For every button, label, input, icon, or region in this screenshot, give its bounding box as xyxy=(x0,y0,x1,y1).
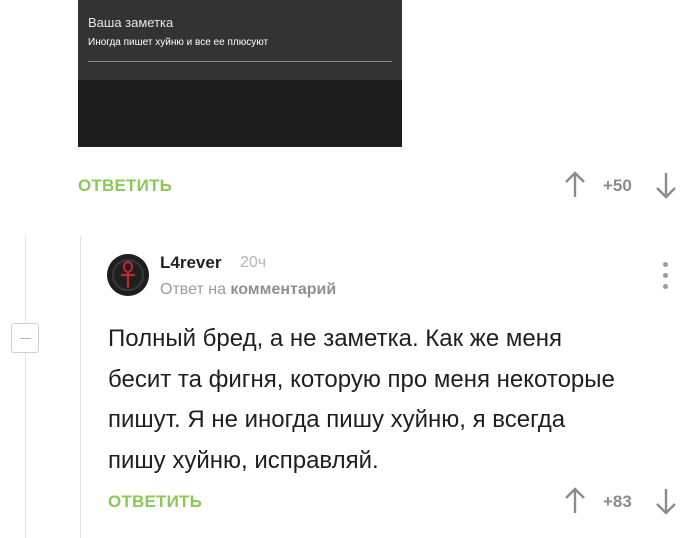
comment-body: Полный бред, а не заметка. Как же меня б… xyxy=(108,319,683,481)
avatar[interactable] xyxy=(107,254,149,296)
note-text: Иногда пишет хуйню и все ее плюсуют xyxy=(88,37,269,48)
arrow-up-icon[interactable] xyxy=(563,170,587,200)
comment-score: +50 xyxy=(603,176,632,195)
comment-line: пишут. Я не иногда пишу хуйню, я всегда xyxy=(108,406,566,433)
vote-controls: +83 xyxy=(563,486,678,516)
arrow-down-icon[interactable] xyxy=(654,170,678,200)
comment-score: +83 xyxy=(603,492,632,511)
arrow-down-icon[interactable] xyxy=(654,486,678,516)
reply-button[interactable]: ОТВЕТИТЬ xyxy=(78,176,172,196)
thread-line-outer xyxy=(25,236,26,538)
note-title: Ваша заметка xyxy=(88,15,174,30)
embedded-note-image: Ваша заметка Иногда пишет хуйню и все ее… xyxy=(78,0,402,147)
reply-info: Ответ на комментарий xyxy=(160,281,336,299)
reply-target-link[interactable]: комментарий xyxy=(230,281,336,298)
vote-controls: +50 xyxy=(563,170,678,200)
collapse-minus-icon xyxy=(20,338,31,339)
arrow-up-icon[interactable] xyxy=(563,486,587,516)
comment-line: Полный бред, а не заметка. Как же меня xyxy=(108,325,562,352)
thread-line-inner xyxy=(80,236,81,538)
note-card: Ваша заметка Иногда пишет хуйню и все ее… xyxy=(78,0,402,80)
more-vertical-icon[interactable] xyxy=(658,260,674,292)
reply-prefix: Ответ на xyxy=(160,281,226,298)
collapse-thread-button[interactable] xyxy=(11,323,39,353)
comment-line: бесит та фигня, которую про меня некотор… xyxy=(108,365,615,393)
ankh-avatar-icon xyxy=(107,254,149,296)
comment-time: 20ч xyxy=(240,254,267,271)
comment-author[interactable]: L4rever xyxy=(160,253,221,273)
comment-line: пишу хуйню, исправляй. xyxy=(108,446,379,474)
note-underline xyxy=(88,61,392,62)
reply-button[interactable]: ОТВЕТИТЬ xyxy=(108,492,202,512)
